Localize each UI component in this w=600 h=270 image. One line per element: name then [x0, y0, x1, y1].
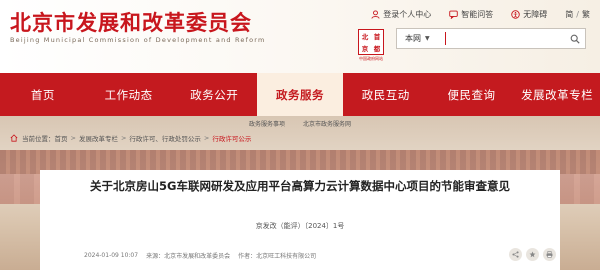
main-nav: 首页 工作动态 政务公开 政务服务 政民互动 便民查询 发展改革专栏	[0, 73, 600, 116]
language-switch: 简 / 繁	[565, 9, 590, 20]
accessibility-icon	[511, 10, 521, 19]
article-title: 关于北京房山5G车联网研发及应用平台高算力云计算数据中心项目的节能审查意见	[90, 179, 510, 193]
star-icon	[529, 251, 536, 258]
article-tools	[505, 248, 556, 261]
search-scope-label: 本网	[405, 34, 421, 43]
login-link[interactable]: 登录个人中心	[371, 9, 431, 20]
favorite-button[interactable]	[526, 248, 539, 261]
sub-nav: 政务服务事项 北京市政务服务网	[0, 116, 600, 130]
subnav-item-service-items[interactable]: 政务服务事项	[249, 119, 285, 128]
lang-separator: /	[576, 10, 579, 19]
site-subtitle: Beijing Municipal Commission of Developm…	[10, 36, 266, 44]
seal-caption: 中国政府网站	[359, 56, 383, 61]
qa-link-label: 智能问答	[461, 10, 494, 19]
document-number: 京发改（能评）〔2024〕1号	[255, 222, 345, 230]
seal-char: 首	[373, 33, 381, 41]
share-icon	[512, 251, 519, 258]
seal-char: 都	[373, 45, 381, 53]
chat-icon	[449, 10, 459, 19]
user-icon	[371, 10, 380, 19]
lang-traditional[interactable]: 繁	[582, 9, 590, 20]
site-title[interactable]: 北京市发展和改革委员会	[10, 7, 252, 37]
nav-item-interaction[interactable]: 政民互动	[343, 73, 429, 116]
author: 作者：北京旺工科技有限公司	[238, 253, 317, 260]
home-icon	[10, 134, 18, 142]
breadcrumb-reform-column[interactable]: 发展改革专栏	[79, 133, 118, 143]
article-meta: 2024-01-09 10:07 来源：北京市发展和改革委员会 作者：北京旺工科…	[84, 251, 324, 260]
breadcrumb: 当前位置： 首页 > 发展改革专栏 > 行政许可、行政处罚公示 > 行政许可公示	[10, 132, 251, 144]
nav-item-work-news[interactable]: 工作动态	[86, 73, 172, 116]
share-button[interactable]	[509, 248, 522, 261]
search-scope-select[interactable]: 本网 ▼	[397, 33, 445, 44]
publisher: 来源：北京市发展和改革委员会	[146, 253, 231, 260]
nav-item-gov-services[interactable]: 政务服务	[257, 73, 343, 116]
accessibility-link[interactable]: 无障碍	[511, 9, 547, 20]
gov-seal-logo[interactable]: 北 首 京 都	[358, 29, 384, 55]
publish-date: 2024-01-09 10:07	[84, 252, 139, 259]
seal-char: 京	[361, 45, 369, 53]
login-link-label: 登录个人中心	[383, 10, 432, 19]
nav-item-reform-column[interactable]: 发展改革专栏	[514, 73, 600, 116]
nav-item-home[interactable]: 首页	[0, 73, 86, 116]
breadcrumb-home[interactable]: 首页	[55, 133, 68, 143]
breadcrumb-current[interactable]: 行政许可公示	[212, 133, 251, 143]
accessibility-link-label: 无障碍	[523, 10, 548, 19]
lang-simplified[interactable]: 简	[565, 9, 573, 20]
search-button[interactable]	[565, 34, 585, 44]
qa-link[interactable]: 智能问答	[449, 9, 493, 20]
chevron-right-icon: >	[70, 134, 76, 142]
nav-item-public-query[interactable]: 便民查询	[429, 73, 515, 116]
breadcrumb-permits-penalties[interactable]: 行政许可、行政处罚公示	[129, 133, 201, 143]
print-icon	[546, 251, 553, 258]
breadcrumb-prefix: 当前位置：	[22, 135, 55, 143]
search-box: 本网 ▼	[396, 28, 586, 49]
site-header: 北京市发展和改革委员会 Beijing Municipal Commission…	[0, 0, 600, 73]
subnav-item-service-portal[interactable]: 北京市政务服务网	[303, 119, 351, 128]
search-input[interactable]	[446, 29, 565, 48]
chevron-right-icon: >	[203, 134, 210, 142]
print-button[interactable]	[543, 248, 556, 261]
nav-item-gov-disclosure[interactable]: 政务公开	[171, 73, 257, 116]
chevron-right-icon: >	[120, 134, 127, 142]
search-icon	[570, 34, 580, 44]
seal-char: 北	[361, 33, 369, 41]
caret-down-icon: ▼	[425, 35, 430, 42]
article-panel: 关于北京房山5G车联网研发及应用平台高算力云计算数据中心项目的节能审查意见 京发…	[40, 170, 560, 270]
top-links: 登录个人中心 智能问答 无障碍 简 / 繁	[353, 9, 590, 20]
